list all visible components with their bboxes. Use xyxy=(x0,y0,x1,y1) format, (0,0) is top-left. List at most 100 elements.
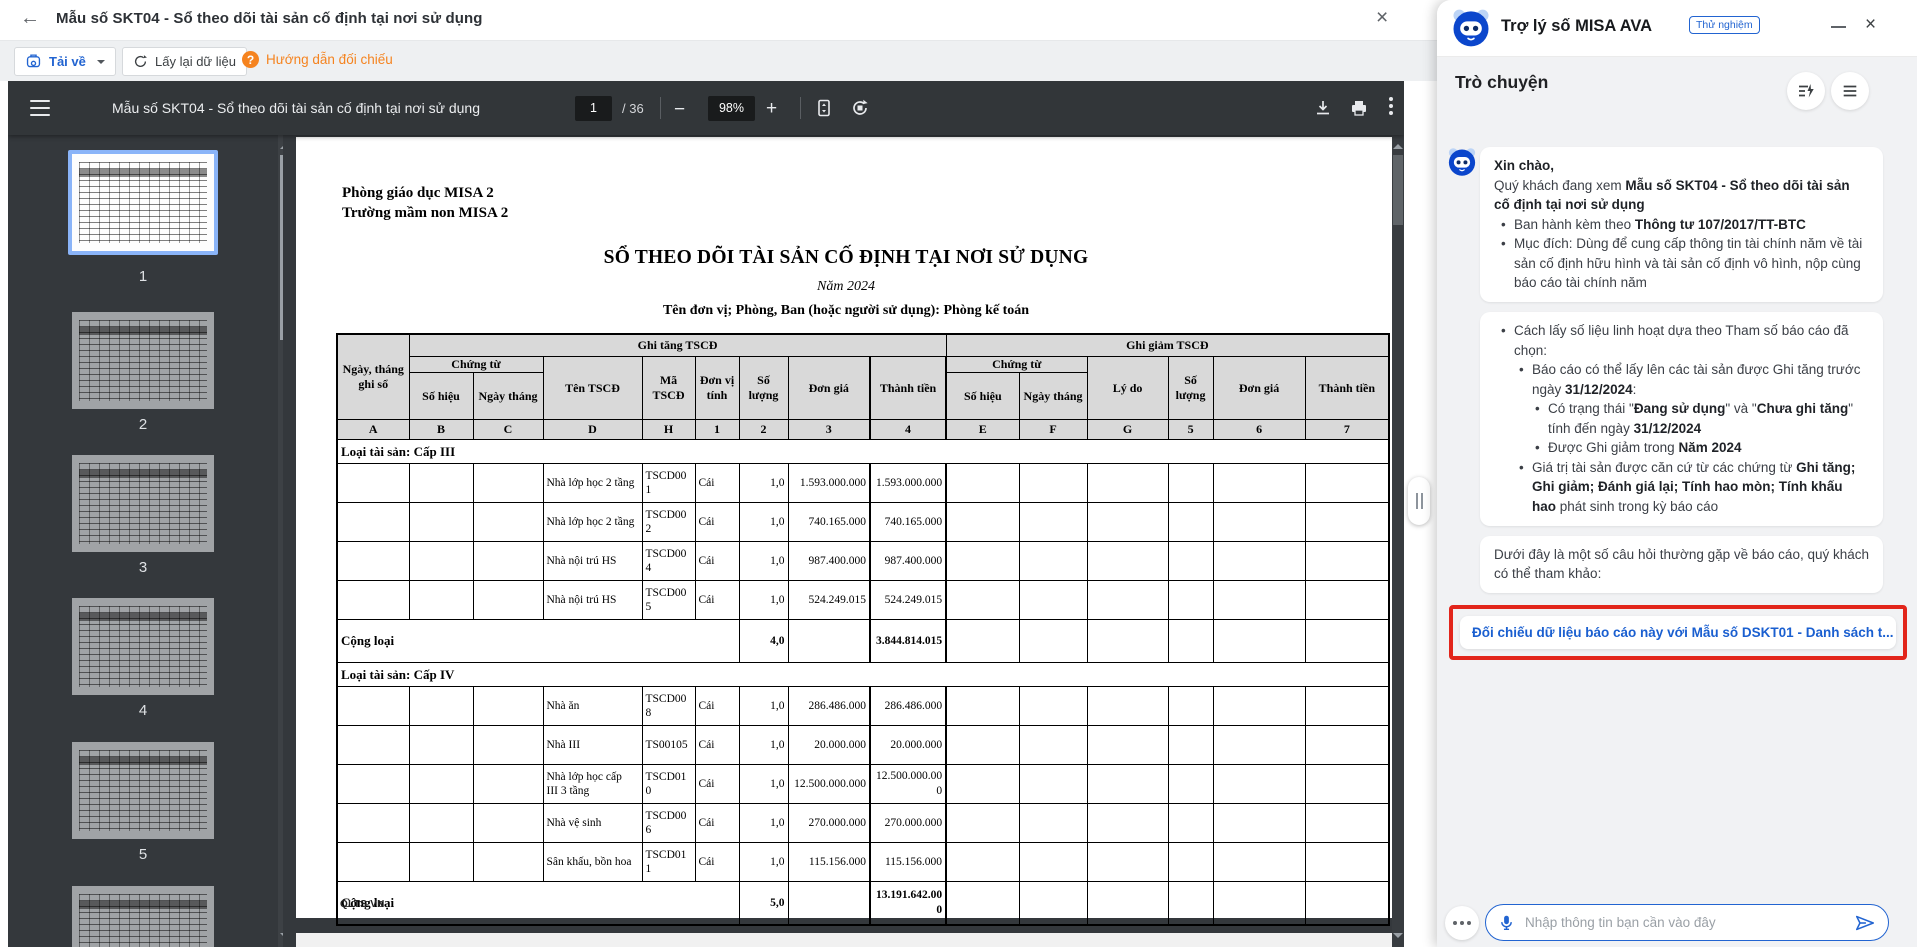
scroll-down-icon[interactable] xyxy=(1393,933,1403,943)
more-options-icon[interactable] xyxy=(1389,97,1393,115)
col-header-doc-no2: Số hiệu xyxy=(945,372,1020,420)
thumbnail-page-1[interactable] xyxy=(68,150,218,255)
table-cell: Nhà lớp học cấp III 3 tầng xyxy=(542,764,643,804)
thumbnail-page-number: 5 xyxy=(138,846,148,863)
print-icon[interactable] xyxy=(1349,98,1369,118)
table-cell xyxy=(1018,580,1088,620)
bullet: • xyxy=(1501,322,1506,338)
table-cell xyxy=(1167,803,1214,843)
minimize-icon[interactable] xyxy=(1831,26,1846,28)
app-toolbar: Tải về Lấy lại dữ liệu ? Hướng dẫn đối c… xyxy=(0,41,1437,81)
thumbnail-page-5[interactable] xyxy=(72,742,214,839)
table-cell: TSCD00 2 xyxy=(641,502,696,542)
table-row: Nhà III TS00105 Cái 1,0 20.000.000 20.000.000 xyxy=(336,725,1390,765)
quick-actions-icon xyxy=(1799,84,1814,98)
fit-page-icon[interactable] xyxy=(814,98,834,118)
thumbnail-preview xyxy=(72,598,214,695)
table-cell xyxy=(1304,842,1390,882)
more-options-button[interactable] xyxy=(1445,906,1479,940)
col-header-doc-date: Ngày tháng xyxy=(472,372,544,420)
table-cell xyxy=(1086,619,1169,663)
table-row: Nhà nội trú HS TSCD00 5 Cái 1,0 524.249.015 5… xyxy=(336,580,1390,620)
thumbnail-preview xyxy=(72,312,214,409)
table-cell xyxy=(1304,619,1390,663)
table-cell xyxy=(1086,502,1169,542)
table-cell xyxy=(472,463,544,503)
bullet: • xyxy=(1501,236,1506,252)
zoom-in-icon[interactable]: + xyxy=(766,98,777,120)
page-number-input[interactable]: 1 xyxy=(575,96,612,121)
pdf-scrollbar[interactable] xyxy=(1392,135,1404,947)
thumbnail-page-6[interactable] xyxy=(72,886,214,947)
chat-menu-button[interactable] xyxy=(1831,72,1869,110)
col-header-doc-date2: Ngày tháng xyxy=(1018,372,1088,420)
table-cell xyxy=(945,725,1020,765)
table-row: Sân khấu, bồn hoa TSCD01 1 Cái 1,0 115.156.0… xyxy=(336,842,1390,882)
zoom-level[interactable]: 98% xyxy=(708,96,755,121)
table-cell xyxy=(945,463,1020,503)
table-cell xyxy=(336,580,410,620)
table-cell xyxy=(1304,463,1390,503)
table-cell xyxy=(472,764,544,804)
hamburger-icon xyxy=(1843,85,1857,97)
table-row: Nhà vệ sinh TSCD00 6 Cái 1,0 270.000.000 270.… xyxy=(336,803,1390,843)
table-cell xyxy=(945,803,1020,843)
quick-actions-button[interactable] xyxy=(1787,72,1825,110)
doc-org-line2: Trường mầm non MISA 2 xyxy=(342,205,509,221)
pdf-scroll-thumb[interactable] xyxy=(1393,155,1403,225)
table-cell xyxy=(1086,541,1169,581)
table-cell: Nhà vệ sinh xyxy=(542,803,643,843)
table-cell: 13.191.642.00 0 xyxy=(868,881,948,926)
thumbnail-page-number: 4 xyxy=(138,702,148,719)
scroll-up-icon[interactable] xyxy=(1393,139,1403,149)
doc-unit-line: Tên đơn vị; Phòng, Ban (hoặc người sử dụ… xyxy=(662,303,1030,318)
comparison-guide-link[interactable]: ? Hướng dẫn đối chiếu xyxy=(242,51,393,68)
table-cell xyxy=(1018,463,1088,503)
panel-close-icon[interactable]: × xyxy=(1865,14,1876,36)
reload-data-button[interactable]: Lấy lại dữ liệu xyxy=(122,47,247,76)
thumbnail-page-3[interactable] xyxy=(72,455,214,552)
thumbnail-menu-icon[interactable] xyxy=(30,100,50,121)
assistant-header: Trợ lý số MISA AVA Thử nghiệm × xyxy=(1437,0,1917,57)
chat-input[interactable] xyxy=(1523,914,1854,931)
panel-resize-handle[interactable] xyxy=(1408,477,1430,525)
table-cell: TSCD00 1 xyxy=(641,463,696,503)
table-cell xyxy=(1304,764,1390,804)
table-cell xyxy=(1167,580,1214,620)
table-cell: Cái xyxy=(694,764,740,804)
thumbnail-grid xyxy=(79,894,207,947)
rotate-icon[interactable] xyxy=(850,98,870,118)
thumbnail-page-2[interactable] xyxy=(72,312,214,409)
table-cell: 286.486.000 xyxy=(787,686,871,726)
back-icon[interactable]: ← xyxy=(20,7,40,30)
window-close-icon[interactable]: × xyxy=(1376,6,1388,30)
chat-thread: Xin chào, Quý khách đang xem Mẫu số SKT04… xyxy=(1437,120,1917,660)
doc-footer: QLTS.VN xyxy=(340,899,385,910)
thumbnail-preview xyxy=(72,742,214,839)
table-cell: 1,0 xyxy=(738,725,789,765)
table-cell: Nhà lớp học 2 tầng xyxy=(542,463,643,503)
microphone-icon[interactable] xyxy=(1498,914,1515,931)
table-cell: 1,0 xyxy=(738,463,789,503)
send-icon[interactable] xyxy=(1854,912,1876,934)
col-letter: 4 xyxy=(868,419,948,440)
suggested-question-chip[interactable]: Đối chiếu dữ liệu báo cáo này với Mẫu số… xyxy=(1460,615,1896,649)
col-header-price2: Đơn giá xyxy=(1212,356,1306,420)
download-button[interactable]: Tải về xyxy=(14,47,116,76)
table-cell: 1,0 xyxy=(738,541,789,581)
table-cell: Cái xyxy=(694,463,740,503)
table-cell xyxy=(472,842,544,882)
question-circle-icon: ? xyxy=(242,51,259,68)
thumbnail-page-4[interactable] xyxy=(72,598,214,695)
zoom-out-icon[interactable]: − xyxy=(674,99,685,121)
chat-line: • Có trạng thái "Đang sử dụng" và "Chưa g… xyxy=(1535,401,1854,436)
chat-input-container xyxy=(1485,904,1889,941)
table-cell xyxy=(945,686,1020,726)
printer-download-icon xyxy=(26,54,41,68)
download-icon[interactable] xyxy=(1313,98,1333,118)
table-cell: 1,0 xyxy=(738,580,789,620)
table-cell xyxy=(1167,725,1214,765)
table-cell xyxy=(1086,463,1169,503)
table-cell xyxy=(472,725,544,765)
download-button-label: Tải về xyxy=(49,54,86,69)
